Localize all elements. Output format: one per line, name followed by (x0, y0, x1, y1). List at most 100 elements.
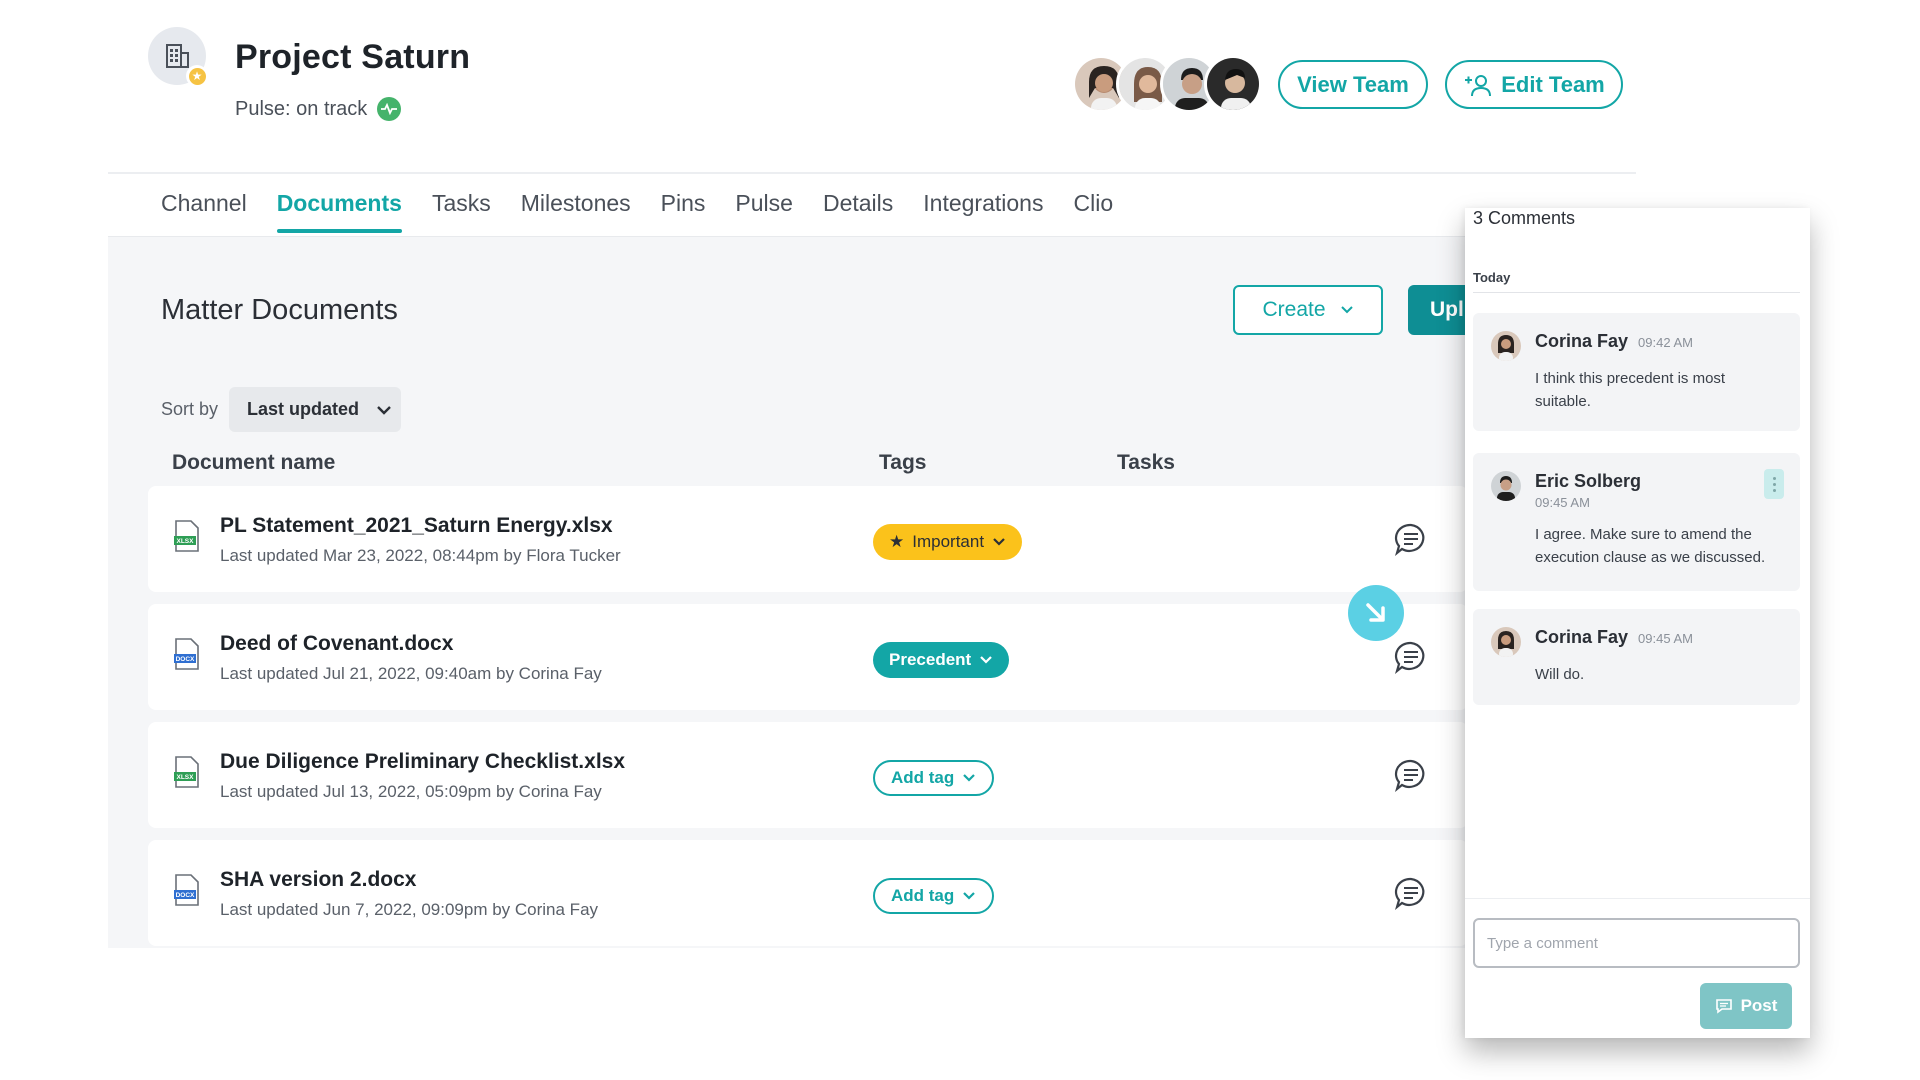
edit-team-label: Edit Team (1501, 71, 1605, 97)
pulse-label: Pulse: on track (235, 97, 368, 120)
comment-icon[interactable] (1394, 876, 1428, 910)
document-name[interactable]: Due Diligence Preliminary Checklist.xlsx (220, 750, 625, 774)
comment-icon[interactable] (1394, 758, 1428, 792)
arrow-down-right-icon (1366, 603, 1385, 622)
chevron-down-icon (963, 774, 976, 782)
comment-author: Corina Fay 09:45 AM (1535, 627, 1693, 647)
comment-input[interactable] (1473, 918, 1800, 968)
add-tag-button[interactable]: Add tag (873, 878, 995, 914)
document-meta: Last updated Jul 13, 2022, 05:09pm by Co… (220, 782, 602, 801)
tag-label: Add tag (891, 768, 955, 787)
table-row[interactable]: XLSX PL Statement_2021_Saturn Energy.xls… (148, 486, 1468, 592)
table-row[interactable]: DOCX Deed of Covenant.docx Last updated … (148, 604, 1468, 710)
comments-count: 3 Comments (1473, 208, 1576, 228)
document-name[interactable]: SHA version 2.docx (220, 868, 416, 892)
comment-icon[interactable] (1394, 640, 1428, 674)
comments-panel: 3 Comments Today Corina Fay 09:42 AM I t… (1465, 208, 1810, 1038)
comment-icon[interactable] (1394, 522, 1428, 556)
document-meta: Last updated Jul 21, 2022, 09:40am by Co… (220, 664, 602, 683)
building-icon (166, 44, 189, 68)
header-divider (108, 172, 1636, 174)
comment-time: 09:45 AM (1535, 495, 1590, 510)
tag-important[interactable]: ★ Important (873, 524, 1023, 560)
column-header-tags: Tags (879, 451, 927, 474)
sort-select[interactable]: Last updated (229, 387, 401, 432)
table-row[interactable]: XLSX Due Diligence Preliminary Checklist… (148, 722, 1468, 828)
chevron-down-icon (980, 656, 992, 664)
view-team-label: View Team (1297, 71, 1409, 97)
divider (1473, 292, 1800, 293)
docx-file-icon: DOCX (174, 874, 199, 906)
svg-text:DOCX: DOCX (176, 892, 195, 899)
project-title: Project Saturn (235, 38, 471, 76)
docx-file-icon: DOCX (174, 638, 199, 670)
comment-text: I agree. Make sure to amend the executio… (1535, 526, 1766, 566)
tab-tasks[interactable]: Tasks (432, 190, 491, 231)
tag-label: Important (912, 532, 985, 551)
column-header-tasks: Tasks (1117, 451, 1175, 474)
comment-text: I think this precedent is most suitable. (1535, 370, 1726, 410)
svg-text:XLSX: XLSX (177, 774, 195, 781)
comment-author: Corina Fay 09:42 AM (1535, 331, 1693, 351)
tab-bar: Channel Documents Tasks Milestones Pins … (161, 190, 1113, 233)
document-name[interactable]: PL Statement_2021_Saturn Energy.xlsx (220, 514, 613, 538)
tab-pulse[interactable]: Pulse (735, 190, 793, 231)
view-team-button[interactable]: View Team (1278, 60, 1428, 109)
pulse-icon (377, 97, 402, 121)
xlsx-file-icon: XLSX (174, 520, 199, 552)
svg-text:XLSX: XLSX (177, 538, 195, 545)
create-label: Create (1262, 298, 1326, 321)
tag-precedent[interactable]: Precedent (873, 642, 1010, 678)
create-button[interactable]: Create (1233, 285, 1383, 335)
document-name[interactable]: Deed of Covenant.docx (220, 632, 453, 656)
table-row[interactable]: DOCX SHA version 2.docx Last updated Jun… (148, 840, 1468, 946)
cursor-indicator (1348, 585, 1404, 641)
page-title: Matter Documents (161, 294, 398, 326)
chevron-down-icon (993, 538, 1005, 546)
sort-label: Sort by (161, 399, 219, 419)
comment-time: 09:45 AM (1638, 631, 1693, 646)
pulse-status: Pulse: on track (235, 97, 402, 121)
chevron-down-icon (377, 405, 391, 415)
star-badge: ★ (186, 65, 208, 87)
tab-channel[interactable]: Channel (161, 190, 247, 231)
avatar (1491, 627, 1521, 657)
tab-pins[interactable]: Pins (661, 190, 706, 231)
add-user-icon (1465, 74, 1492, 96)
tab-milestones[interactable]: Milestones (521, 190, 631, 231)
team-avatars[interactable] (1072, 55, 1262, 113)
tab-details[interactable]: Details (823, 190, 893, 231)
comment-time: 09:42 AM (1638, 335, 1693, 350)
edit-team-button[interactable]: Edit Team (1445, 60, 1623, 109)
comment-card: Corina Fay 09:42 AM I think this precede… (1473, 313, 1800, 431)
star-icon: ★ (188, 67, 206, 85)
date-group-label: Today (1473, 270, 1511, 285)
add-tag-button[interactable]: Add tag (873, 760, 995, 796)
column-header-name: Document name (172, 451, 336, 474)
avatar (1491, 471, 1521, 501)
post-button[interactable]: Post (1700, 983, 1792, 1029)
message-icon (1715, 999, 1732, 1014)
svg-text:DOCX: DOCX (176, 656, 195, 663)
tab-documents[interactable]: Documents (276, 190, 403, 233)
more-options-icon[interactable] (1764, 469, 1784, 499)
post-label: Post (1740, 996, 1778, 1015)
chevron-down-icon (963, 892, 976, 900)
tab-clio[interactable]: Clio (1073, 190, 1113, 231)
tab-integrations[interactable]: Integrations (923, 190, 1043, 231)
document-meta: Last updated Jun 7, 2022, 09:09pm by Cor… (220, 900, 599, 919)
sort-value: Last updated (247, 399, 360, 419)
project-avatar: ★ (148, 27, 208, 87)
xlsx-file-icon: XLSX (174, 756, 199, 788)
comment-card: Corina Fay 09:45 AM Will do. (1473, 609, 1800, 705)
comment-text: Will do. (1535, 666, 1585, 683)
tag-label: Add tag (891, 886, 955, 905)
comment-author: Eric Solberg (1535, 471, 1642, 491)
chevron-down-icon (1340, 306, 1353, 314)
document-meta: Last updated Mar 23, 2022, 08:44pm by Fl… (220, 546, 621, 565)
avatar (1491, 331, 1521, 361)
tag-label: Precedent (889, 650, 972, 669)
comment-card: Eric Solberg 09:45 AM I agree. Make sure… (1473, 453, 1800, 591)
divider (1465, 898, 1810, 899)
team-avatar[interactable] (1204, 55, 1262, 113)
